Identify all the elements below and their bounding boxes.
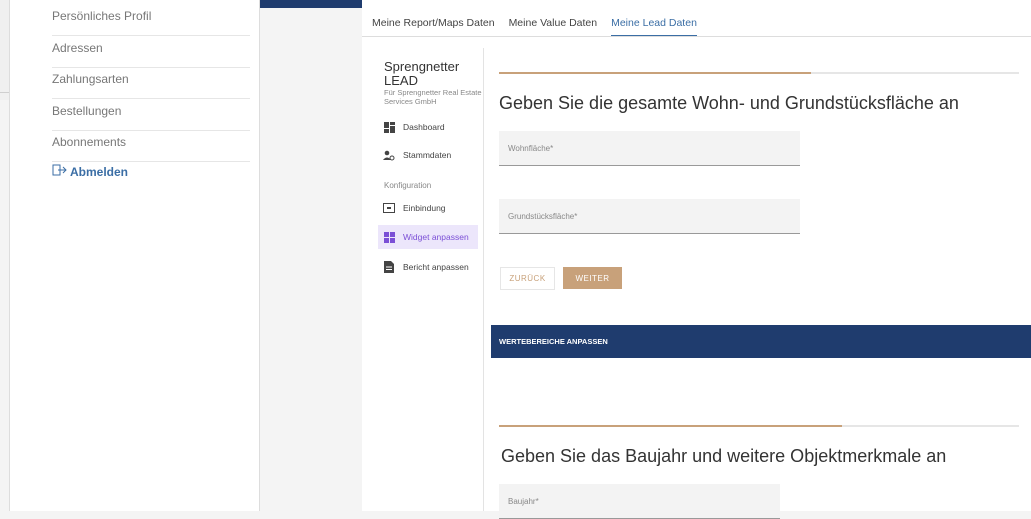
- logout-link[interactable]: Abmelden: [52, 164, 128, 179]
- embed-icon: [382, 203, 396, 213]
- nav-widget-customize[interactable]: Widget anpassen: [378, 225, 478, 249]
- nav-label: Stammdaten: [403, 150, 452, 160]
- section-bar-label: WERTEBEREICHE ANPASSEN: [499, 337, 608, 346]
- app-title: Sprengnetter LEAD: [384, 60, 459, 88]
- nav-master-data[interactable]: Stammdaten: [378, 143, 478, 167]
- main-panel: Meine Report/Maps Daten Meine Value Date…: [362, 0, 1031, 519]
- step1-heading: Geben Sie die gesamte Wohn- und Grundstü…: [499, 93, 959, 113]
- sidebar-item-label: Zahlungsarten: [52, 72, 129, 86]
- app-title-text: Sprengnetter LEAD: [384, 59, 460, 88]
- sidebar-item-label: Adressen: [52, 41, 103, 55]
- sidebar-item-subscriptions[interactable]: Abonnements: [52, 130, 250, 162]
- step1-progress: [499, 72, 1019, 74]
- logout-label: Abmelden: [70, 164, 129, 179]
- sidebar-item-label: Abonnements: [52, 135, 127, 149]
- account-sidebar: Persönliches Profil Adressen Zahlungsart…: [9, 0, 260, 511]
- users-icon: [382, 150, 396, 161]
- nav-dashboard[interactable]: Dashboard: [378, 115, 478, 139]
- tab-report-maps[interactable]: Meine Report/Maps Daten: [372, 15, 495, 35]
- sidebar-item-payment-methods[interactable]: Zahlungsarten: [52, 67, 250, 99]
- step2-progress-fill: [499, 425, 843, 427]
- step2-heading: Geben Sie das Baujahr und weitere Objekt…: [501, 446, 947, 466]
- nav-label: Einbindung: [403, 203, 446, 213]
- sidebar-item-label: Bestellungen: [52, 104, 122, 118]
- living-area-field[interactable]: Wohnfläche*: [499, 131, 800, 166]
- sidebar-item-addresses[interactable]: Adressen: [52, 36, 250, 68]
- sidebar-item-orders[interactable]: Bestellungen: [52, 99, 250, 131]
- nav-label: Bericht anpassen: [403, 262, 469, 272]
- widget-icon: [382, 231, 396, 243]
- data-tabs: Meine Report/Maps Daten Meine Value Date…: [372, 15, 697, 37]
- plot-area-field[interactable]: Grundstücksfläche*: [499, 199, 800, 234]
- nav-label: Widget anpassen: [403, 232, 469, 242]
- plot-area-label: Grundstücksfläche*: [508, 212, 578, 221]
- config-section-label: Konfiguration: [384, 181, 432, 190]
- construction-year-label: Baujahr*: [508, 497, 539, 506]
- app-subtitle: Für Sprengnetter Real Estate Services Gm…: [384, 88, 482, 106]
- step1-progress-fill: [499, 72, 811, 74]
- nav-report-customize[interactable]: Bericht anpassen: [378, 255, 478, 279]
- construction-year-field[interactable]: Baujahr*: [499, 484, 780, 519]
- nav-label: Dashboard: [403, 122, 445, 132]
- document-icon: [382, 261, 396, 273]
- nav-embedding[interactable]: Einbindung: [378, 196, 478, 220]
- back-button[interactable]: ZURÜCK: [500, 267, 555, 290]
- sidebar-item-profile[interactable]: Persönliches Profil: [52, 4, 250, 36]
- living-area-label: Wohnfläche*: [508, 144, 554, 153]
- value-ranges-section[interactable]: WERTEBEREICHE ANPASSEN: [491, 325, 1031, 358]
- sidebar-item-label: Persönliches Profil: [52, 9, 152, 23]
- tab-lead[interactable]: Meine Lead Daten: [611, 15, 697, 37]
- dashboard-icon: [382, 121, 396, 133]
- tabs-divider: [362, 36, 1031, 37]
- tab-value[interactable]: Meine Value Daten: [509, 15, 598, 35]
- next-button[interactable]: WEITER: [563, 267, 622, 289]
- nav-divider: [483, 48, 484, 511]
- logout-icon: [52, 164, 68, 179]
- step2-progress: [499, 425, 1019, 427]
